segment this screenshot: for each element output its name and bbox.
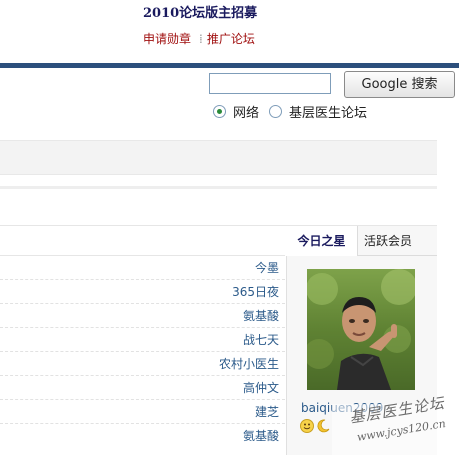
header-links: 申请勋章 ⁞ 推广论坛 [143, 30, 255, 47]
google-search-button[interactable]: Google 搜索 [344, 71, 455, 98]
radio-web-label[interactable]: 网络 [233, 102, 259, 121]
search-scope-options: 网络 基层医生论坛 [213, 102, 377, 121]
link-separator: ⁞ [199, 32, 203, 46]
star-user-avatar[interactable] [307, 269, 415, 390]
radio-forum[interactable] [269, 105, 283, 118]
promote-forum-link[interactable]: 推广论坛 [207, 32, 255, 46]
list-item[interactable]: 高仲文 [0, 375, 285, 399]
content-band [0, 140, 437, 175]
forum-recruit-title[interactable]: 2010论坛版主招募 [143, 2, 257, 21]
list-item[interactable]: 氨基酸 [0, 303, 285, 327]
list-item[interactable]: 今墨 [0, 255, 285, 279]
member-name-list: 今墨 365日夜 氨基酸 战七天 农村小医生 高仲文 建芝 氨基酸 [0, 255, 285, 447]
status-icons [300, 419, 330, 433]
list-item[interactable]: 建芝 [0, 399, 285, 423]
content-divider [0, 186, 437, 189]
search-input[interactable] [209, 73, 331, 94]
smiley-face-icon [300, 419, 314, 433]
header-divider-bar [0, 63, 459, 68]
list-item[interactable]: 氨基酸 [0, 423, 285, 447]
radio-web[interactable] [213, 105, 226, 118]
apply-medal-link[interactable]: 申请勋章 [143, 32, 191, 46]
crescent-moon-icon [317, 419, 330, 433]
list-item[interactable]: 农村小医生 [0, 351, 285, 375]
list-item[interactable]: 战七天 [0, 327, 285, 351]
tab-today-star[interactable]: 今日之星 [286, 226, 358, 256]
radio-forum-label[interactable]: 基层医生论坛 [289, 102, 367, 121]
tab-active-members[interactable]: 活跃会员 [358, 226, 418, 256]
member-tabs: 今日之星 活跃会员 [286, 226, 437, 256]
list-item[interactable]: 365日夜 [0, 279, 285, 303]
